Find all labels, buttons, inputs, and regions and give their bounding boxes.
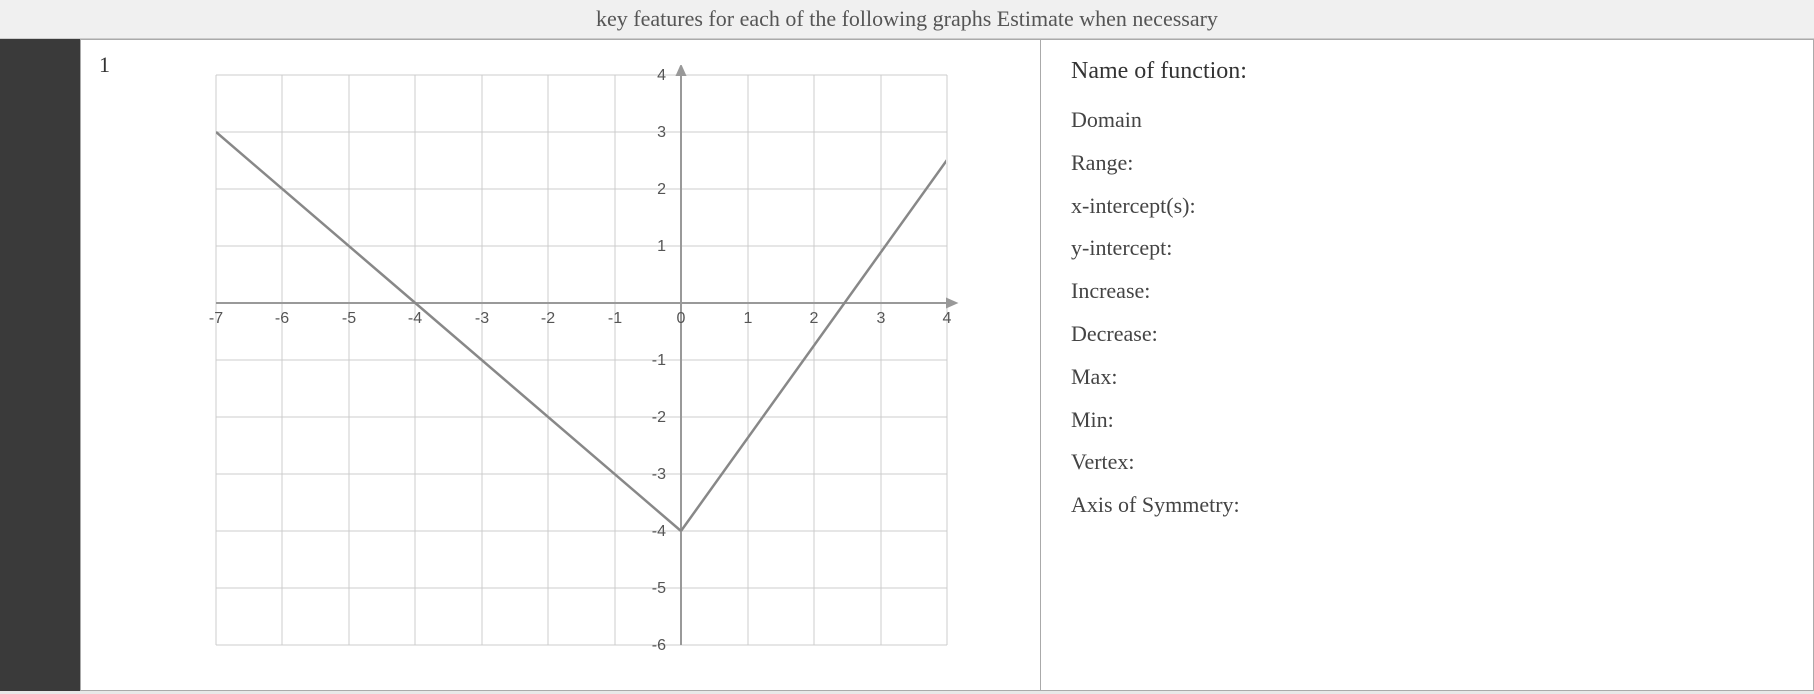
main-container: 1 — [0, 39, 1814, 691]
label-decrease: Decrease: — [1071, 321, 1158, 346]
svg-text:-1: -1 — [607, 310, 621, 327]
field-decrease: Decrease: — [1071, 319, 1783, 350]
svg-text:-3: -3 — [474, 310, 488, 327]
problem-number: 1 — [99, 52, 110, 78]
svg-text:0: 0 — [676, 310, 685, 327]
svg-text:-2: -2 — [651, 409, 665, 426]
svg-text:2: 2 — [657, 181, 666, 198]
top-bar-text: key features for each of the following g… — [596, 6, 1218, 31]
svg-text:-6: -6 — [651, 637, 665, 654]
field-max: Max: — [1071, 362, 1783, 393]
svg-text:-4: -4 — [651, 523, 665, 540]
field-min: Min: — [1071, 405, 1783, 436]
svg-text:-5: -5 — [341, 310, 355, 327]
field-increase: Increase: — [1071, 276, 1783, 307]
svg-text:-6: -6 — [274, 310, 288, 327]
label-min: Min: — [1071, 407, 1114, 432]
label-range: Range: — [1071, 150, 1133, 175]
svg-text:1: 1 — [657, 238, 666, 255]
graph-lines — [216, 132, 947, 531]
svg-text:-3: -3 — [651, 466, 665, 483]
field-domain: Domain — [1071, 105, 1783, 136]
svg-text:1: 1 — [743, 310, 752, 327]
label-axis-symmetry: Axis of Symmetry: — [1071, 492, 1240, 517]
field-x-intercept: x-intercept(s): — [1071, 191, 1783, 222]
svg-text:-1: -1 — [651, 352, 665, 369]
top-bar: key features for each of the following g… — [0, 0, 1814, 39]
field-axis-symmetry: Axis of Symmetry: — [1071, 490, 1783, 521]
label-vertex: Vertex: — [1071, 449, 1135, 474]
graph-area: 1 — [81, 40, 1041, 690]
info-title: Name of function: — [1071, 58, 1783, 85]
svg-text:-2: -2 — [540, 310, 554, 327]
field-vertex: Vertex: — [1071, 447, 1783, 478]
svg-text:4: 4 — [942, 310, 951, 327]
svg-text:2: 2 — [809, 310, 818, 327]
info-area: Name of function: Domain Range: x-interc… — [1041, 40, 1813, 690]
graph-wrapper: -7 -6 -5 -4 -3 -2 -1 0 1 2 3 4 4 — [101, 50, 1030, 680]
svg-text:-4: -4 — [407, 310, 421, 327]
problem-section: 1 — [80, 39, 1814, 691]
field-y-intercept: y-intercept: — [1071, 233, 1783, 264]
field-range: Range: — [1071, 148, 1783, 179]
axes — [216, 66, 956, 645]
label-y-intercept: y-intercept: — [1071, 235, 1172, 260]
label-max: Max: — [1071, 364, 1117, 389]
label-domain: Domain — [1071, 107, 1142, 132]
svg-text:4: 4 — [657, 67, 666, 84]
left-sidebar — [0, 39, 80, 691]
label-x-intercept: x-intercept(s): — [1071, 193, 1196, 218]
svg-text:-5: -5 — [651, 580, 665, 597]
label-increase: Increase: — [1071, 278, 1150, 303]
graph-svg: -7 -6 -5 -4 -3 -2 -1 0 1 2 3 4 4 — [156, 65, 976, 675]
grid-lines — [216, 75, 947, 645]
svg-text:3: 3 — [876, 310, 885, 327]
svg-text:-7: -7 — [208, 310, 222, 327]
svg-text:3: 3 — [657, 124, 666, 141]
